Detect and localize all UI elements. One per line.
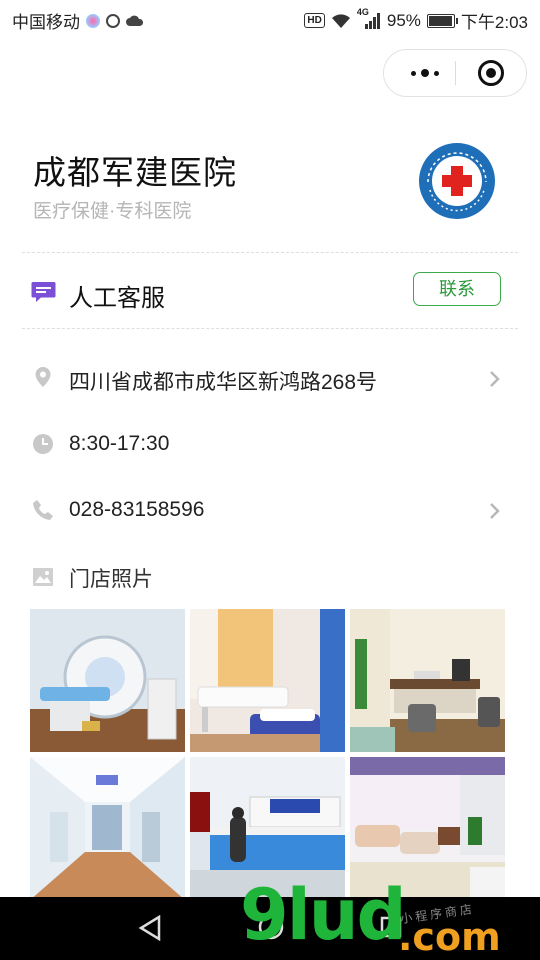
phone-icon [33, 500, 53, 520]
more-dot-icon [434, 70, 439, 76]
mini-program-capsule [383, 49, 527, 97]
battery-icon [426, 13, 458, 28]
cloud-icon [126, 15, 144, 26]
wifi-icon [331, 13, 350, 28]
capsule-divider [455, 61, 456, 85]
app-notification-icon [86, 13, 100, 28]
customer-service-label: 人工客服 [69, 285, 165, 312]
more-menu-button[interactable] [396, 50, 454, 96]
image-icon [33, 568, 53, 586]
store-name: 成都军建医院 [33, 154, 237, 191]
close-mini-program-button[interactable] [478, 60, 504, 86]
store-photo-treatment-room[interactable] [190, 609, 345, 752]
store-photos-label: 门店照片 [69, 568, 153, 591]
hd-badge: HD [304, 13, 325, 28]
divider [22, 252, 518, 253]
chat-bubble-icon [31, 282, 56, 302]
signal-icon: 4G [357, 7, 381, 29]
hospital-logo-icon [419, 143, 495, 219]
chevron-right-icon [490, 503, 500, 519]
store-photo-corridor[interactable] [30, 757, 185, 900]
battery-fill [428, 15, 452, 26]
more-dot-icon [421, 69, 429, 77]
back-icon[interactable] [138, 915, 162, 941]
watermark-logo: 9lud [240, 874, 407, 956]
carrier-label: 中国移动 [12, 13, 80, 32]
settings-notification-icon [106, 13, 120, 28]
contact-button[interactable]: 联系 [413, 272, 501, 306]
clock-icon [33, 434, 53, 454]
store-photo-consultation-room[interactable] [350, 609, 505, 752]
more-dot-icon [411, 70, 416, 76]
battery-percent: 95% [386, 10, 421, 30]
status-bar: 中国移动 HD 4G 95% 下午2:03 [0, 0, 540, 36]
chevron-right-icon [490, 371, 500, 387]
clock-time: 下午2:03 [460, 13, 528, 32]
phone-number-text: 028-83158596 [69, 498, 205, 521]
location-pin-icon [35, 367, 51, 387]
address-text: 四川省成都市成华区新鸿路268号 [69, 371, 378, 394]
store-category: 医疗保健·专科医院 [33, 201, 192, 222]
business-hours-text: 8:30-17:30 [69, 432, 170, 455]
store-photo-ct-room[interactable] [30, 609, 185, 752]
divider [22, 328, 518, 329]
